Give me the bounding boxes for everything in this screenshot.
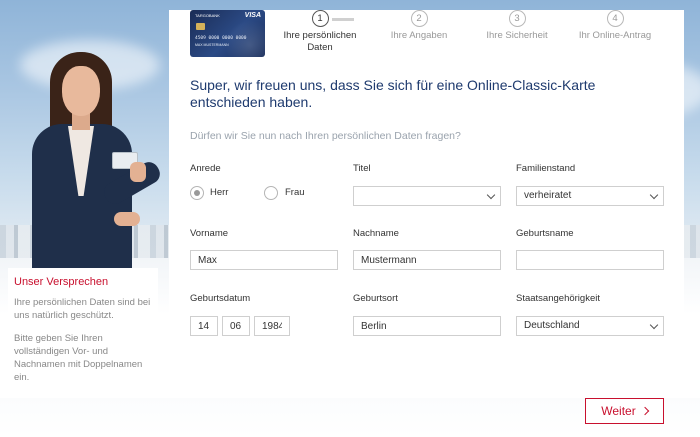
familienstand-select[interactable]: verheiratet — [516, 186, 664, 206]
nachname-label: Nachname — [353, 228, 399, 239]
anrede-frau-radio[interactable] — [264, 186, 278, 200]
weiter-label: Weiter — [601, 404, 636, 418]
geburtsort-label: Geburtsort — [353, 293, 398, 304]
geburtsname-label: Geburtsname — [516, 228, 574, 239]
titel-label: Titel — [353, 163, 371, 174]
card-number: 4509 0000 0000 0000 — [195, 36, 247, 41]
geburtsname-input[interactable] — [516, 250, 664, 270]
step-number: 1 — [311, 10, 329, 27]
hero-woman-image — [18, 52, 168, 272]
geburtsdatum-label: Geburtsdatum — [190, 293, 251, 304]
promise-box: Unser Versprechen Ihre persönlichen Date… — [8, 268, 158, 398]
staatsangehoerigkeit-label: Staatsangehörigkeit — [516, 293, 600, 304]
vorname-input[interactable] — [190, 250, 338, 270]
step-1[interactable]: 1 Ihre persönlichen Daten — [275, 10, 365, 54]
vorname-label: Vorname — [190, 228, 229, 239]
chevron-right-icon — [640, 406, 649, 416]
chevron-down-icon — [486, 190, 496, 200]
geburtsort-input[interactable] — [353, 316, 501, 336]
anrede-label: Anrede — [190, 163, 221, 174]
staatsangehoerigkeit-select[interactable]: Deutschland — [516, 316, 664, 336]
promise-text: Bitte geben Sie Ihren vollständigen Vor-… — [14, 333, 143, 383]
promise-text: Ihre persönlichen Daten sind bei uns nat… — [14, 297, 151, 321]
face — [62, 66, 100, 116]
step-4[interactable]: 4 Ihr Online-Antrag — [570, 10, 660, 42]
form-panel: TARGOBANK VISA 4509 0000 0000 0000 MAX M… — [169, 10, 684, 390]
geburtsdatum-day-input[interactable] — [190, 316, 218, 336]
hand — [130, 162, 146, 182]
visa-logo: VISA — [244, 12, 261, 19]
page-subtitle: Dürfen wir Sie nun nach Ihren persönlich… — [190, 130, 461, 142]
nachname-input[interactable] — [353, 250, 501, 270]
step-number: 3 — [508, 10, 526, 27]
titel-select[interactable] — [353, 186, 501, 206]
geburtsdatum-month-input[interactable] — [222, 316, 250, 336]
promise-title: Unser Versprechen — [14, 276, 109, 288]
anrede-herr-radio[interactable] — [190, 186, 204, 200]
chevron-down-icon — [649, 190, 659, 200]
step-3[interactable]: 3 Ihre Sicherheit — [472, 10, 562, 42]
step-label: Ihre Angaben — [390, 30, 448, 41]
card-holder: MAX MUSTERMANN — [195, 43, 229, 47]
chevron-down-icon — [649, 320, 659, 330]
step-label: Ihr Online-Antrag — [578, 30, 652, 41]
weiter-button[interactable]: Weiter — [585, 398, 664, 424]
page-title: Super, wir freuen uns, dass Sie sich für… — [190, 77, 596, 110]
step-number: 2 — [410, 10, 428, 27]
anrede-frau-label[interactable]: Frau — [285, 187, 305, 198]
card-brand: TARGOBANK — [195, 13, 220, 18]
step-number: 4 — [606, 10, 624, 27]
step-2[interactable]: 2 Ihre Angaben — [374, 10, 464, 42]
staatsangehoerigkeit-value: Deutschland — [524, 320, 580, 331]
familienstand-value: verheiratet — [524, 190, 572, 201]
anrede-herr-label[interactable]: Herr — [210, 187, 228, 198]
credit-card-image: TARGOBANK VISA 4509 0000 0000 0000 MAX M… — [190, 10, 265, 57]
step-label: Ihre Sicherheit — [486, 30, 548, 41]
hand — [114, 212, 140, 226]
familienstand-label: Familienstand — [516, 163, 576, 174]
chip-icon — [196, 23, 205, 30]
geburtsdatum-year-input[interactable] — [254, 316, 290, 336]
step-label: Ihre persönlichen Daten — [283, 30, 357, 53]
